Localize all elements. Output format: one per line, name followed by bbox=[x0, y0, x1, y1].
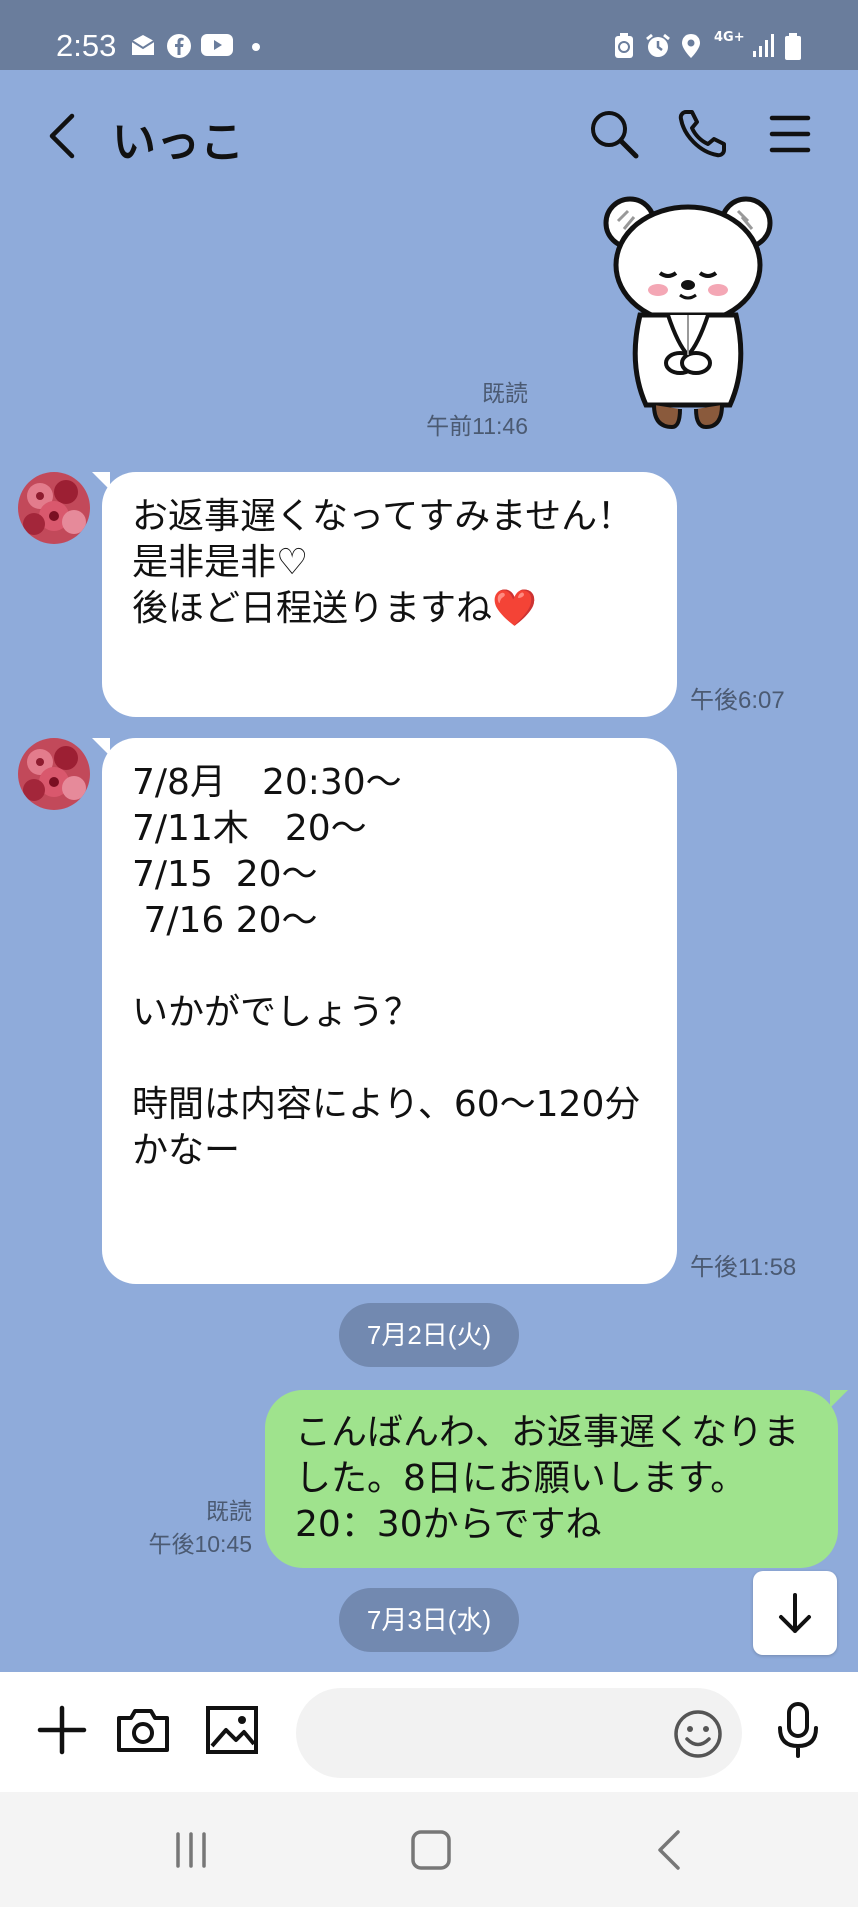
network-type: 4G+ bbox=[714, 30, 745, 45]
location-icon bbox=[680, 33, 702, 59]
date-separator: 7月3日(水) bbox=[339, 1588, 519, 1652]
incoming-message-bubble[interactable]: 7/8月 20:30〜 7/11木 20〜 7/15 20〜 7/16 20〜 … bbox=[92, 738, 677, 1284]
avatar[interactable] bbox=[18, 738, 90, 810]
scroll-to-bottom-button[interactable] bbox=[753, 1571, 837, 1655]
youtube-icon bbox=[200, 33, 234, 57]
signal-icon bbox=[752, 33, 776, 59]
battery-icon bbox=[784, 33, 802, 61]
image-icon[interactable] bbox=[202, 1700, 262, 1760]
message-meta: 既読 午前11:46 bbox=[380, 377, 528, 443]
menu-icon[interactable] bbox=[762, 106, 818, 162]
mail-notification-icon bbox=[130, 33, 156, 57]
status-time: 2:53 bbox=[56, 28, 117, 63]
arrow-down-icon bbox=[771, 1589, 819, 1637]
message-input-bar bbox=[0, 1672, 858, 1792]
alarm-icon bbox=[644, 33, 672, 59]
bear-sticker[interactable] bbox=[598, 195, 778, 435]
incoming-message-bubble[interactable]: お返事遅くなってすみません！ 是非是非♡ 後ほど日程送りますね❤️ bbox=[92, 472, 677, 717]
chat-title: いっこ bbox=[112, 117, 244, 168]
read-receipt: 既読 bbox=[206, 1498, 252, 1524]
home-icon[interactable] bbox=[406, 1826, 456, 1874]
message-time: 午後11:58 bbox=[690, 1254, 797, 1281]
battery-saver-icon bbox=[612, 33, 636, 59]
status-bar: 2:53 4G+ bbox=[0, 0, 858, 70]
emoji-icon[interactable] bbox=[672, 1708, 724, 1760]
nav-back-icon[interactable] bbox=[646, 1826, 696, 1874]
avatar[interactable] bbox=[18, 472, 90, 544]
message-meta: 既読 午後10:45 bbox=[120, 1495, 252, 1561]
phone-icon[interactable] bbox=[674, 106, 730, 162]
outgoing-message-bubble[interactable]: こんばんわ、お返事遅くなりました。8日にお願いします。20：30からですね bbox=[265, 1390, 848, 1568]
date-separator: 7月2日(火) bbox=[339, 1303, 519, 1367]
more-notifications-dot-icon bbox=[250, 33, 262, 57]
message-time: 午後6:07 bbox=[690, 687, 785, 714]
plus-icon[interactable] bbox=[32, 1700, 92, 1760]
facebook-icon bbox=[166, 33, 192, 58]
chat-header: いっこ bbox=[0, 70, 858, 200]
recents-icon[interactable] bbox=[166, 1826, 216, 1874]
back-icon[interactable] bbox=[42, 110, 86, 162]
system-navigation-bar bbox=[0, 1792, 858, 1907]
message-time: 午前11:46 bbox=[426, 413, 528, 439]
microphone-icon[interactable] bbox=[768, 1700, 828, 1760]
read-receipt: 既読 bbox=[482, 380, 528, 406]
message-time: 午後10:45 bbox=[148, 1531, 252, 1557]
camera-icon[interactable] bbox=[113, 1700, 173, 1760]
search-icon[interactable] bbox=[586, 106, 642, 162]
